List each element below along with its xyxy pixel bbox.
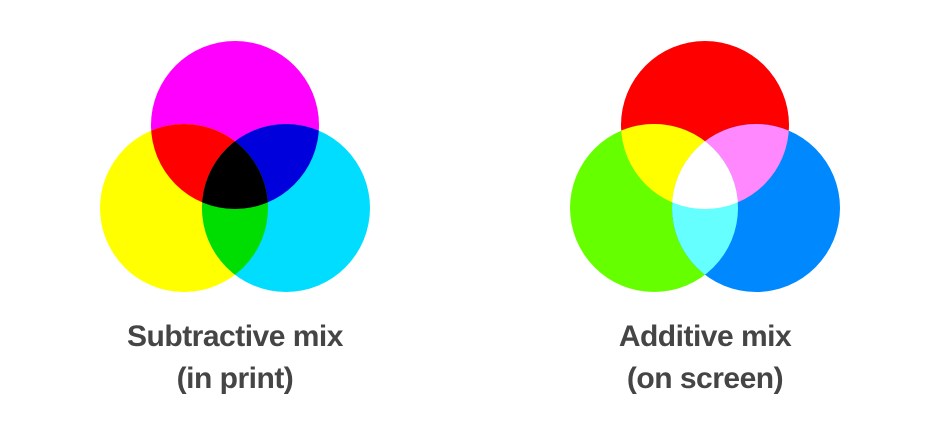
caption-line-1: Additive mix [618,320,792,353]
caption-line-2: (on screen) [626,362,784,395]
additive-mix-diagram [570,41,840,292]
additive-mix-caption: Additive mix (on screen) [555,316,855,400]
subtractive-mix-diagram [100,41,370,292]
subtractive-mix-caption: Subtractive mix (in print) [85,316,385,400]
caption-line-2: (in print) [176,362,294,395]
caption-line-1: Subtractive mix [127,320,343,353]
